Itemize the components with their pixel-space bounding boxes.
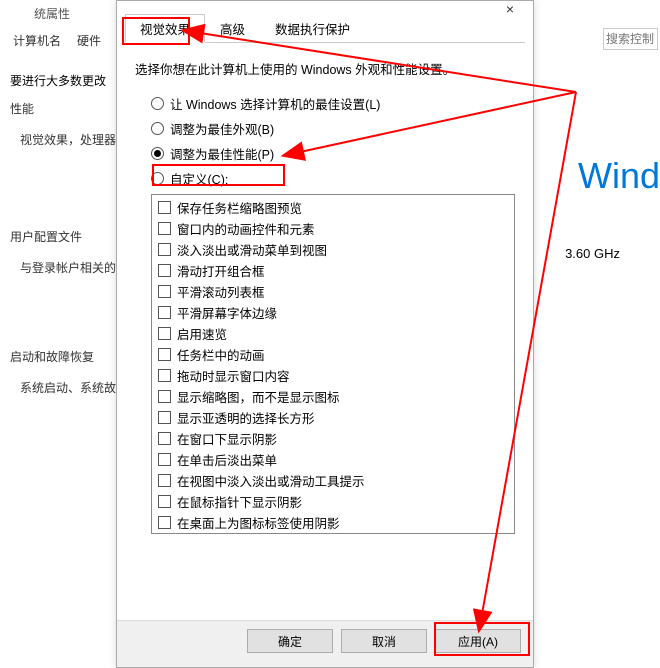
check-label: 在鼠标指针下显示阴影 — [177, 492, 302, 511]
radio-icon — [151, 122, 164, 135]
radio-label: 让 Windows 选择计算机的最佳设置(L) — [170, 94, 380, 113]
checkbox-icon — [158, 306, 171, 319]
check-label: 在桌面上为图标标签使用阴影 — [177, 513, 340, 532]
radio-icon — [151, 172, 164, 185]
bg-section-body: 视觉效果，处理器 — [10, 123, 116, 148]
checkbox-icon — [158, 516, 171, 529]
check-label: 窗口内的动画控件和元素 — [177, 219, 315, 238]
tab-dep[interactable]: 数据执行保护 — [260, 14, 365, 43]
radio-label: 自定义(C): — [170, 169, 228, 188]
check-label: 在单击后淡出菜单 — [177, 450, 277, 469]
check-label: 保存任务栏缩略图预览 — [177, 198, 302, 217]
list-item[interactable]: 在鼠标指针下显示阴影 — [152, 491, 514, 512]
checkbox-icon — [158, 369, 171, 382]
bg-section-title: 性能 — [10, 100, 116, 117]
tab-visual-effects[interactable]: 视觉效果 — [125, 14, 205, 43]
list-item[interactable]: 任务栏中的动画 — [152, 344, 514, 365]
check-label: 启用速览 — [177, 324, 227, 343]
check-label: 拖动时显示窗口内容 — [177, 366, 290, 385]
bg-section-body: 与登录帐户相关的 — [10, 251, 116, 276]
check-label: 滑动打开组合框 — [177, 261, 265, 280]
radio-let-windows-choose[interactable]: 让 Windows 选择计算机的最佳设置(L) — [151, 94, 515, 113]
bg-section-startup: 启动和故障恢复 系统启动、系统故 — [10, 348, 116, 396]
performance-options-dialog: × 视觉效果 高级 数据执行保护 选择你想在此计算机上使用的 Windows 外… — [116, 0, 534, 668]
dialog-description: 选择你想在此计算机上使用的 Windows 外观和性能设置。 — [135, 59, 515, 78]
close-icon[interactable]: × — [487, 1, 533, 19]
bg-section-performance: 性能 视觉效果，处理器 — [10, 100, 116, 148]
check-label: 任务栏中的动画 — [177, 345, 265, 364]
check-label: 平滑滚动列表框 — [177, 282, 265, 301]
list-item[interactable]: 在桌面上为图标标签使用阴影 — [152, 512, 514, 533]
checkbox-icon — [158, 201, 171, 214]
radio-label: 调整为最佳外观(B) — [170, 119, 274, 138]
list-item[interactable]: 保存任务栏缩略图预览 — [152, 197, 514, 218]
checkbox-icon — [158, 327, 171, 340]
radio-custom[interactable]: 自定义(C): — [151, 169, 515, 188]
checkbox-icon — [158, 264, 171, 277]
list-item[interactable]: 滑动打开组合框 — [152, 260, 514, 281]
checkbox-icon — [158, 390, 171, 403]
radio-best-appearance[interactable]: 调整为最佳外观(B) — [151, 119, 515, 138]
bg-text-changes: 要进行大多数更改 — [10, 72, 106, 89]
check-label: 在窗口下显示阴影 — [177, 429, 277, 448]
ok-button[interactable]: 确定 — [247, 629, 333, 653]
dialog-tabs: 视觉效果 高级 数据执行保护 — [125, 13, 525, 43]
list-item[interactable]: 在视图中淡入淡出或滑动工具提示 — [152, 470, 514, 491]
list-item[interactable]: 拖动时显示窗口内容 — [152, 365, 514, 386]
checkbox-icon — [158, 495, 171, 508]
checkbox-icon — [158, 453, 171, 466]
search-input[interactable] — [603, 28, 658, 50]
list-item[interactable]: 平滑滚动列表框 — [152, 281, 514, 302]
bg-section-userprofile: 用户配置文件 与登录帐户相关的 — [10, 228, 116, 276]
bg-title-fragment: 统属性 — [34, 5, 70, 22]
tab-advanced[interactable]: 高级 — [205, 14, 260, 43]
list-item[interactable]: 淡入淡出或滑动菜单到视图 — [152, 239, 514, 260]
checkbox-icon — [158, 411, 171, 424]
cancel-button[interactable]: 取消 — [341, 629, 427, 653]
bg-section-body: 系统启动、系统故 — [10, 371, 116, 396]
bg-section-title: 用户配置文件 — [10, 228, 116, 245]
bg-tab-hardware[interactable]: 硬件 — [69, 28, 109, 53]
list-item[interactable]: 平滑屏幕字体边缘 — [152, 302, 514, 323]
checkbox-icon — [158, 243, 171, 256]
dialog-button-row: 确定 取消 应用(A) — [117, 620, 533, 667]
checkbox-icon — [158, 285, 171, 298]
check-label: 显示缩略图，而不是显示图标 — [177, 387, 340, 406]
radio-icon — [151, 147, 164, 160]
bg-tab-computername[interactable]: 计算机名 — [5, 28, 69, 53]
effects-checklist[interactable]: 保存任务栏缩略图预览 窗口内的动画控件和元素 淡入淡出或滑动菜单到视图 滑动打开… — [151, 194, 515, 534]
radio-label: 调整为最佳性能(P) — [170, 144, 274, 163]
list-item[interactable]: 在最大化和最小化时显示窗口动画 — [152, 533, 514, 534]
apply-button[interactable]: 应用(A) — [435, 629, 521, 653]
checkbox-icon — [158, 474, 171, 487]
list-item[interactable]: 启用速览 — [152, 323, 514, 344]
cpu-ghz-text: 3.60 GHz — [565, 246, 620, 261]
list-item[interactable]: 在窗口下显示阴影 — [152, 428, 514, 449]
check-label: 淡入淡出或滑动菜单到视图 — [177, 240, 327, 259]
checkbox-icon — [158, 222, 171, 235]
list-item[interactable]: 显示缩略图，而不是显示图标 — [152, 386, 514, 407]
check-label: 平滑屏幕字体边缘 — [177, 303, 277, 322]
radio-icon — [151, 97, 164, 110]
dialog-body: 选择你想在此计算机上使用的 Windows 外观和性能设置。 让 Windows… — [117, 43, 533, 620]
check-label: 在视图中淡入淡出或滑动工具提示 — [177, 471, 365, 490]
radio-best-performance[interactable]: 调整为最佳性能(P) — [151, 144, 515, 163]
list-item[interactable]: 窗口内的动画控件和元素 — [152, 218, 514, 239]
list-item[interactable]: 在单击后淡出菜单 — [152, 449, 514, 470]
checkbox-icon — [158, 432, 171, 445]
check-label: 显示亚透明的选择长方形 — [177, 408, 315, 427]
windows-logo-text: Wind — [578, 155, 660, 197]
radio-group: 让 Windows 选择计算机的最佳设置(L) 调整为最佳外观(B) 调整为最佳… — [151, 94, 515, 188]
list-item[interactable]: 显示亚透明的选择长方形 — [152, 407, 514, 428]
bg-section-title: 启动和故障恢复 — [10, 348, 116, 365]
checkbox-icon — [158, 348, 171, 361]
